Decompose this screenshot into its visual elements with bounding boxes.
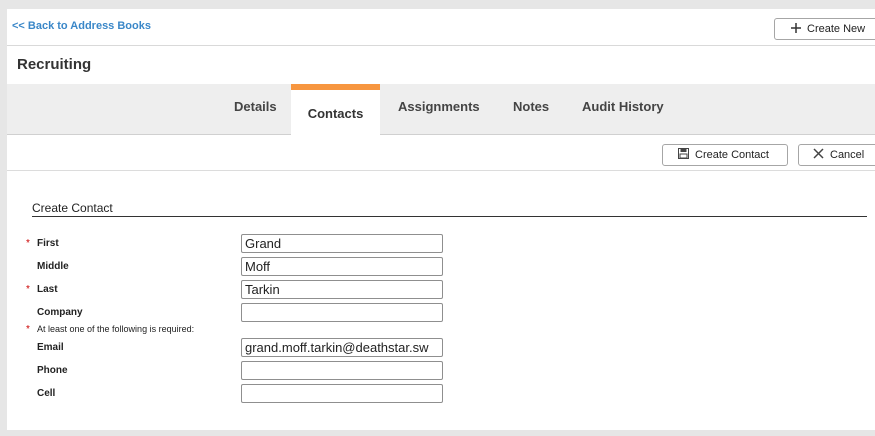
toolbar-divider (7, 170, 875, 171)
cancel-button[interactable]: Cancel (798, 144, 875, 166)
company-label: Company (37, 307, 83, 318)
email-field[interactable] (241, 338, 443, 357)
first-name-label: First (37, 238, 59, 249)
required-marker: * (26, 238, 30, 249)
phone-field[interactable] (241, 361, 443, 380)
required-marker: * (26, 284, 30, 295)
save-icon (678, 148, 689, 162)
cancel-label: Cancel (830, 149, 865, 161)
create-contact-label: Create Contact (695, 149, 769, 161)
email-label: Email (37, 342, 64, 353)
company-input[interactable] (241, 303, 443, 322)
create-new-label: Create New (807, 23, 866, 35)
tab-notes[interactable]: Notes (513, 99, 549, 114)
last-name-label: Last (37, 284, 58, 295)
required-marker: * (26, 324, 30, 335)
create-contact-button[interactable]: Create Contact (662, 144, 788, 166)
required-note: At least one of the following is require… (37, 324, 195, 334)
cell-field[interactable] (241, 384, 443, 403)
tab-contacts[interactable]: Contacts (291, 84, 380, 135)
section-divider (32, 216, 867, 217)
tab-audit-history[interactable]: Audit History (582, 99, 664, 114)
last-name-input[interactable] (241, 280, 443, 299)
section-title: Create Contact (32, 201, 113, 215)
tab-assignments[interactable]: Assignments (398, 99, 480, 114)
middle-name-input[interactable] (241, 257, 443, 276)
first-name-input[interactable] (241, 234, 443, 253)
cell-label: Cell (37, 388, 56, 399)
plus-icon (791, 22, 801, 36)
app-frame: << Back to Address Books Create New Recr… (7, 9, 875, 430)
close-icon (813, 148, 824, 162)
page-title: Recruiting (17, 56, 92, 73)
back-to-address-books-link[interactable]: << Back to Address Books (12, 20, 151, 32)
tab-details[interactable]: Details (234, 99, 277, 114)
phone-label: Phone (37, 365, 68, 376)
create-new-button[interactable]: Create New (774, 18, 875, 40)
tab-bar: Details Contacts Assignments Notes Audit… (7, 84, 875, 135)
top-bar: << Back to Address Books Create New (7, 9, 875, 46)
middle-name-label: Middle (37, 261, 69, 272)
